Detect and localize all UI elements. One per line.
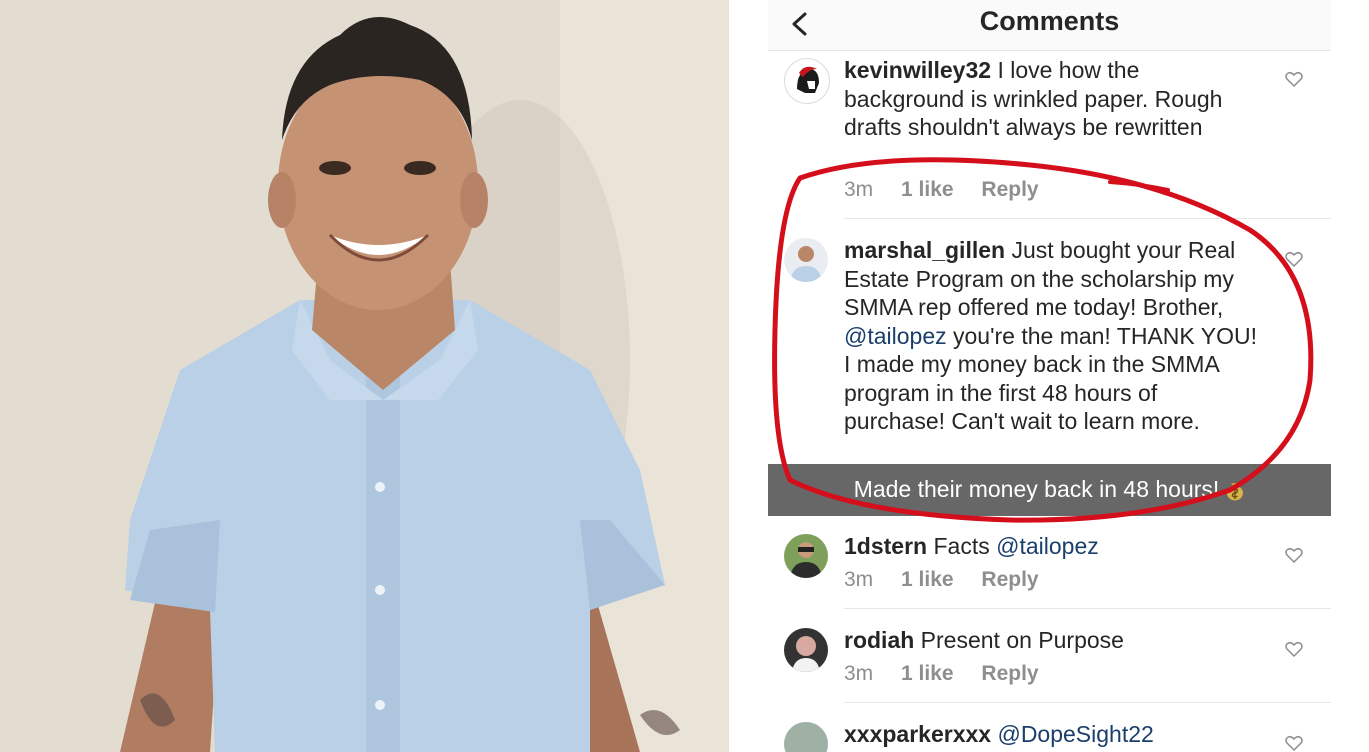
- divider: [844, 218, 1331, 219]
- heart-icon[interactable]: [1285, 735, 1303, 751]
- profile-photo: [0, 0, 729, 752]
- comment-username[interactable]: rodiah: [844, 627, 914, 653]
- nav-bar: Comments: [768, 0, 1331, 51]
- mention-link[interactable]: @tailopez: [996, 533, 1099, 559]
- heart-icon[interactable]: [1285, 547, 1303, 563]
- comment-username[interactable]: marshal_gillen: [844, 237, 1005, 263]
- comments-screen: Comments kevinwilley32 I love how the ba…: [768, 0, 1331, 752]
- caption-label: Made their money back in 48 hours!: [853, 476, 1220, 502]
- comment-meta: 3m 1 like Reply: [844, 178, 1061, 202]
- comment-username[interactable]: kevinwilley32: [844, 57, 991, 83]
- comment-item: marshal_gillen Just bought your Real Est…: [768, 236, 1331, 466]
- avatar[interactable]: [784, 238, 828, 282]
- comment-meta: 3m 1 like Reply: [844, 662, 1061, 686]
- mention-link[interactable]: @tailopez: [844, 323, 947, 349]
- comment-text: rodiah Present on Purpose: [844, 626, 1264, 655]
- comment-username[interactable]: 1dstern: [844, 533, 927, 559]
- reply-button[interactable]: Reply: [981, 568, 1038, 591]
- comment-time: 3m: [844, 662, 874, 685]
- comment-likes[interactable]: 1 like: [901, 568, 954, 591]
- user-photo-icon: [790, 542, 822, 578]
- caption-overlay: Made their money back in 48 hours!: [768, 464, 1331, 516]
- heart-icon[interactable]: [1285, 641, 1303, 657]
- comment-likes[interactable]: 1 like: [901, 662, 954, 685]
- comment-time: 3m: [844, 178, 874, 201]
- money-bag-icon: [1227, 483, 1244, 501]
- reply-button[interactable]: Reply: [981, 178, 1038, 201]
- avatar[interactable]: [784, 628, 828, 672]
- avatar[interactable]: [784, 58, 830, 104]
- reply-button[interactable]: Reply: [981, 662, 1038, 685]
- page-title: Comments: [979, 6, 1120, 36]
- spartan-helmet-icon: [797, 66, 819, 93]
- avatar[interactable]: [784, 534, 828, 578]
- comment-item: 1dstern Facts @tailopez 3m 1 like Reply: [768, 532, 1331, 608]
- comment-username[interactable]: xxxparkerxxx: [844, 721, 991, 747]
- comment-body: Facts: [933, 533, 990, 559]
- caption-text: Made their money back in 48 hours!: [768, 476, 1331, 503]
- comment-item: rodiah Present on Purpose 3m 1 like Repl…: [768, 626, 1331, 702]
- comment-time: 3m: [844, 568, 874, 591]
- comment-item: kevinwilley32 I love how the background …: [768, 56, 1331, 218]
- comment-likes[interactable]: 1 like: [901, 178, 954, 201]
- heart-icon[interactable]: [1285, 71, 1303, 87]
- user-photo-icon: [790, 246, 822, 282]
- comment-text: marshal_gillen Just bought your Real Est…: [844, 236, 1264, 436]
- comment-item: xxxparkerxxx @DopeSight22: [768, 720, 1331, 752]
- comment-text: 1dstern Facts @tailopez: [844, 532, 1264, 561]
- divider: [844, 702, 1331, 703]
- comment-body: Present on Purpose: [920, 627, 1124, 653]
- user-photo-icon: [792, 636, 820, 672]
- comment-text: kevinwilley32 I love how the background …: [844, 56, 1264, 142]
- comment-text: xxxparkerxxx @DopeSight22: [844, 720, 1264, 749]
- comment-meta: 3m 1 like Reply: [844, 568, 1061, 592]
- divider: [844, 608, 1331, 609]
- mention-link[interactable]: @DopeSight22: [997, 721, 1153, 747]
- heart-icon[interactable]: [1285, 251, 1303, 267]
- avatar[interactable]: [784, 722, 828, 752]
